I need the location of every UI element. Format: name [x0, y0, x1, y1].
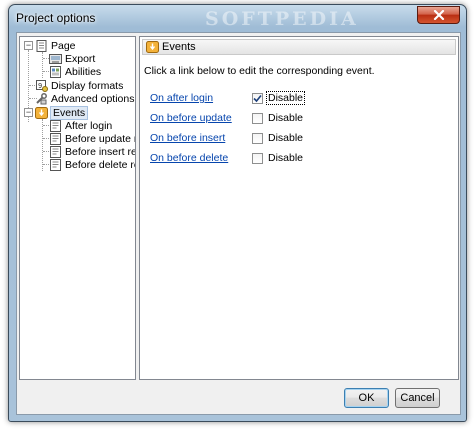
panel-title: Events: [162, 41, 196, 53]
close-button[interactable]: [417, 6, 460, 24]
tree-item-label: Export: [65, 52, 96, 65]
tree-expander-page[interactable]: −: [24, 41, 33, 50]
project-options-window: Project options SOFTPEDIA − Page Export …: [8, 4, 467, 422]
checkbox-label: Disable: [268, 132, 304, 144]
display-formats-icon: 9: [36, 79, 48, 92]
svg-text:9: 9: [38, 82, 42, 90]
event-row-before-update: On before update Disable: [150, 112, 450, 126]
on-after-login-link[interactable]: On after login: [150, 92, 213, 104]
disable-before-update-checkbox[interactable]: Disable: [252, 112, 304, 124]
abilities-icon: [50, 65, 61, 78]
ok-button[interactable]: OK: [344, 388, 389, 408]
checkbox-label: Disable: [268, 152, 304, 164]
checkbox-box[interactable]: [252, 112, 263, 124]
instruction-text: Click a link below to edit the correspon…: [144, 65, 375, 77]
tree-item-before-insert[interactable]: Before insert rec: [49, 145, 136, 158]
events-icon: [35, 106, 48, 119]
close-icon: [433, 10, 444, 20]
event-item-icon: [50, 158, 61, 171]
cancel-button[interactable]: Cancel: [395, 388, 440, 408]
tree-item-label: Page: [51, 39, 76, 52]
export-icon: [49, 53, 62, 64]
panel-header: Events: [142, 39, 456, 55]
tree-item-label: After login: [65, 119, 113, 132]
tree-item-label: Abilities: [65, 65, 102, 78]
tree-item-label: Display formats: [51, 79, 124, 92]
checkbox-box[interactable]: [252, 152, 263, 164]
tree-item-before-delete[interactable]: Before delete rec: [49, 158, 135, 171]
title-bar[interactable]: Project options SOFTPEDIA: [9, 5, 466, 30]
checkbox-label: Disable: [268, 112, 304, 124]
on-before-update-link[interactable]: On before update: [150, 112, 232, 124]
event-row-after-login: On after login Disable: [150, 91, 450, 106]
dialog-client-area: − Page Export Abilities 9 Display format…: [16, 32, 461, 415]
tree-expander-events[interactable]: −: [24, 108, 33, 117]
tree-item-label: Events: [49, 105, 89, 120]
events-panel: Events Click a link below to edit the co…: [139, 36, 459, 380]
event-item-icon: [50, 132, 61, 145]
window-title: Project options: [16, 11, 96, 25]
tree-item-before-update[interactable]: Before update re: [49, 132, 136, 145]
advanced-options-icon: [36, 92, 47, 104]
tree-item-label: Before insert rec: [65, 145, 136, 158]
disable-before-insert-checkbox[interactable]: Disable: [252, 132, 304, 144]
checkmark-icon: [253, 94, 262, 102]
page-icon: [36, 39, 47, 52]
tree-item-abilities[interactable]: Abilities: [49, 65, 101, 78]
tree-item-events[interactable]: Events: [35, 105, 89, 120]
event-item-icon: [50, 119, 61, 132]
tree-connector: [42, 52, 43, 78]
checkbox-box[interactable]: [252, 132, 263, 144]
disable-before-delete-checkbox[interactable]: Disable: [252, 152, 304, 164]
event-item-icon: [50, 145, 61, 158]
on-before-delete-link[interactable]: On before delete: [150, 152, 228, 164]
options-tree[interactable]: − Page Export Abilities 9 Display format…: [19, 36, 136, 380]
watermark: SOFTPEDIA: [205, 8, 359, 30]
tree-item-advanced-options[interactable]: Advanced options: [35, 92, 134, 105]
tree-item-label: Advanced options: [51, 92, 135, 105]
tree-item-label: Before update re: [65, 132, 136, 145]
on-before-insert-link[interactable]: On before insert: [150, 132, 225, 144]
event-row-before-insert: On before insert Disable: [150, 132, 450, 146]
disable-after-login-checkbox[interactable]: Disable: [252, 91, 306, 105]
tree-item-after-login[interactable]: After login: [49, 119, 112, 132]
tree-item-label: Before delete rec: [65, 158, 135, 171]
event-row-before-delete: On before delete Disable: [150, 152, 450, 166]
events-icon: [146, 41, 159, 53]
checkbox-label: Disable: [265, 91, 306, 105]
tree-item-export[interactable]: Export: [49, 52, 95, 65]
tree-item-page[interactable]: Page: [35, 39, 76, 52]
tree-item-display-formats[interactable]: 9 Display formats: [35, 79, 123, 92]
checkbox-box[interactable]: [252, 92, 263, 104]
